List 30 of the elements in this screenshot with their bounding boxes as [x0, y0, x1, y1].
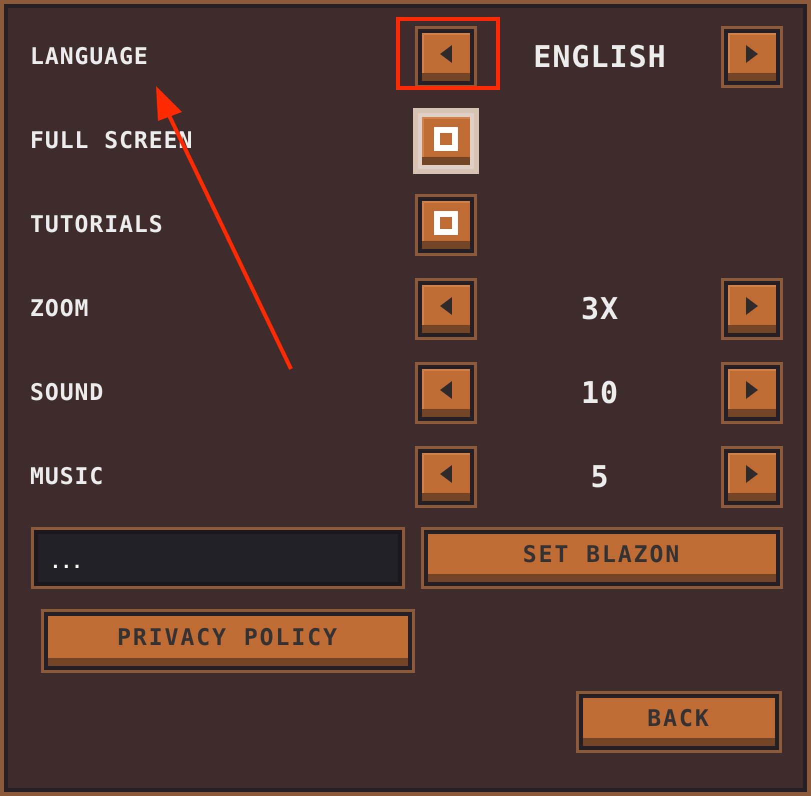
next-button[interactable]	[724, 29, 780, 85]
previous-button[interactable]	[418, 365, 474, 421]
previous-button[interactable]	[418, 449, 474, 505]
privacy-policy-button[interactable]: PRIVACY POLICY	[44, 612, 412, 670]
setting-label: TUTORIALS	[30, 212, 165, 238]
setting-label: ZOOM	[30, 296, 90, 322]
next-button[interactable]	[724, 365, 780, 421]
setting-value: 10	[580, 376, 620, 410]
back-button[interactable]: BACK	[579, 694, 779, 750]
right-arrow-icon	[746, 381, 758, 399]
name-field[interactable]: ...	[34, 530, 402, 586]
setting-value: ENGLISH	[533, 40, 667, 74]
previous-button[interactable]	[418, 281, 474, 337]
setting-label: SOUND	[30, 380, 106, 406]
left-arrow-icon	[440, 297, 452, 315]
right-arrow-icon	[746, 45, 758, 63]
next-button[interactable]	[724, 449, 780, 505]
next-button[interactable]	[724, 281, 780, 337]
left-arrow-icon	[440, 45, 452, 63]
right-arrow-icon	[746, 465, 758, 483]
setting-label: MUSIC	[30, 464, 106, 490]
set-blazon-button[interactable]: SET BLAZON	[424, 530, 780, 586]
left-arrow-icon	[440, 465, 452, 483]
setting-label: LANGUAGE	[30, 44, 150, 70]
setting-value: 3X	[580, 292, 620, 326]
setting-value: 5	[590, 460, 610, 494]
previous-button[interactable]	[418, 29, 474, 85]
left-arrow-icon	[440, 381, 452, 399]
checkbox[interactable]	[418, 197, 474, 253]
right-arrow-icon	[746, 297, 758, 315]
